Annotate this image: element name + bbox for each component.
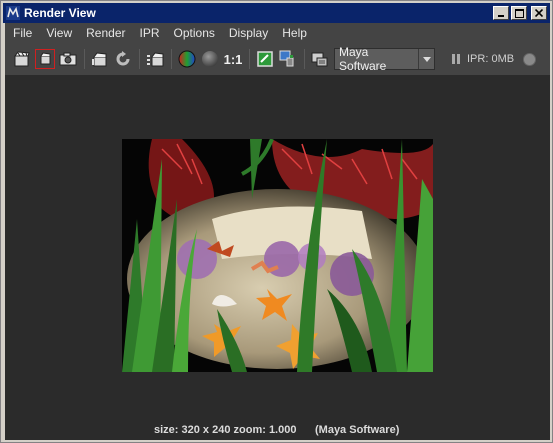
render-sequence-button[interactable] xyxy=(144,48,166,70)
menu-options[interactable]: Options xyxy=(167,26,222,40)
maximize-button[interactable] xyxy=(511,6,527,20)
rendered-image xyxy=(122,139,433,372)
menu-ipr[interactable]: IPR xyxy=(133,26,167,40)
remove-image-icon xyxy=(279,50,294,67)
menu-display[interactable]: Display xyxy=(222,26,275,40)
ipr-render-icon xyxy=(92,52,107,67)
title-bar[interactable]: Render View xyxy=(3,3,550,23)
renderer-select-value: Maya Software xyxy=(339,45,387,73)
renderer-select[interactable]: Maya Software xyxy=(334,45,435,73)
image-size-zoom: size: 320 x 240 zoom: 1.000 xyxy=(154,424,297,436)
rgb-channels-button[interactable] xyxy=(176,48,198,70)
real-size-button[interactable]: 1:1 xyxy=(222,48,244,70)
alpha-channel-button[interactable] xyxy=(199,48,221,70)
ipr-render-button[interactable] xyxy=(89,48,111,70)
toolbar-separator xyxy=(171,49,172,69)
ipr-status-indicator[interactable] xyxy=(523,52,537,66)
render-settings-icon xyxy=(311,52,328,67)
render-view-window: Render View File View Render IPR Options… xyxy=(0,0,553,443)
redo-render-button[interactable] xyxy=(11,48,33,70)
status-renderer: (Maya Software) xyxy=(315,424,400,436)
refresh-ipr-button[interactable] xyxy=(112,48,134,70)
redo-render-icon xyxy=(14,51,30,67)
status-bar: size: 320 x 240 zoom: 1.000 (Maya Softwa… xyxy=(5,424,550,440)
pause-icon-bar xyxy=(457,54,460,64)
toolbar-separator xyxy=(139,49,140,69)
toolbar-separator xyxy=(249,49,250,69)
refresh-ipr-icon xyxy=(116,51,130,66)
rgb-channels-icon xyxy=(178,50,196,68)
alpha-channel-icon xyxy=(202,51,218,67)
snapshot-icon xyxy=(59,52,77,66)
render-viewport[interactable] xyxy=(5,75,550,424)
remove-image-button[interactable] xyxy=(277,48,299,70)
underwater-scene-render xyxy=(122,139,433,372)
minimize-icon xyxy=(498,15,504,17)
menu-file[interactable]: File xyxy=(5,26,39,40)
keep-image-icon xyxy=(257,51,273,67)
chevron-down-icon xyxy=(418,49,434,69)
render-settings-button[interactable] xyxy=(309,48,331,70)
window-title: Render View xyxy=(24,6,96,20)
menu-view[interactable]: View xyxy=(39,26,79,40)
ipr-memory-label: IPR: 0MB xyxy=(467,53,515,65)
menu-help[interactable]: Help xyxy=(275,26,314,40)
render-sequence-icon xyxy=(147,52,164,67)
maximize-icon xyxy=(514,8,524,18)
render-region-icon xyxy=(40,52,51,65)
menu-bar: File View Render IPR Options Display Hel… xyxy=(5,23,550,43)
toolbar-separator xyxy=(304,49,305,69)
maya-app-icon xyxy=(6,6,20,20)
close-button[interactable] xyxy=(531,6,547,20)
pause-icon-bar xyxy=(452,54,455,64)
keep-image-button[interactable] xyxy=(254,48,276,70)
toolbar-separator xyxy=(84,49,85,69)
toolbar: 1:1 Maya Software IPR: 0MB xyxy=(5,44,550,74)
render-region-button[interactable] xyxy=(34,48,56,70)
minimize-button[interactable] xyxy=(493,6,509,20)
menu-render[interactable]: Render xyxy=(79,26,132,40)
close-icon xyxy=(535,9,543,17)
pause-ipr-button[interactable] xyxy=(449,52,463,66)
client-area: File View Render IPR Options Display Hel… xyxy=(5,23,550,440)
snapshot-button[interactable] xyxy=(57,48,79,70)
